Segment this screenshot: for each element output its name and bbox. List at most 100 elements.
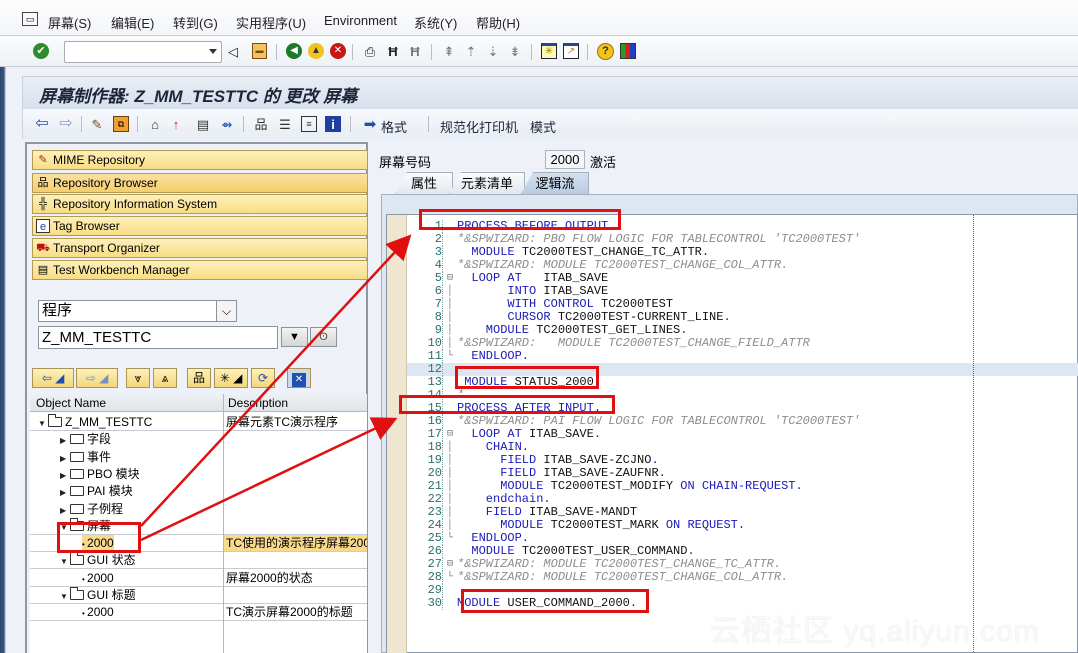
- activate-icon[interactable]: ↑: [171, 116, 181, 132]
- hierarchy-icon[interactable]: 品: [253, 116, 269, 132]
- tree-forward-button[interactable]: ⇨ ◢: [76, 368, 118, 388]
- check-icon[interactable]: ⌂: [147, 116, 163, 132]
- tree-node-label[interactable]: 子例程: [87, 502, 123, 516]
- print-icon[interactable]: ⎙: [362, 43, 378, 59]
- nav-mime-repository[interactable]: ✎ MIME Repository: [32, 150, 368, 170]
- close-tree-button[interactable]: ✕: [287, 368, 311, 388]
- collapse-node-icon[interactable]: ▼: [60, 554, 70, 570]
- find-icon[interactable]: Ħ: [385, 43, 401, 59]
- new-object-button[interactable]: ✳ ◢: [214, 368, 248, 388]
- tree-node-label[interactable]: GUI 标题: [87, 588, 136, 602]
- tree-back-button[interactable]: ⇦ ◢: [32, 368, 74, 388]
- column-divider[interactable]: [223, 394, 224, 653]
- tab-element-list[interactable]: 元素清单: [449, 172, 525, 194]
- back-icon[interactable]: ◀: [286, 43, 302, 59]
- tree-node-label[interactable]: PAI 模块: [87, 484, 133, 498]
- code-line[interactable]: 30 MODULE USER_COMMAND_2000.: [407, 597, 1078, 610]
- display-change-icon[interactable]: ✎: [89, 116, 105, 132]
- object-dropdown-button[interactable]: ▼: [281, 327, 308, 347]
- expand-node-icon[interactable]: ▶: [60, 468, 70, 484]
- back-arrow-icon[interactable]: ◁: [228, 44, 238, 58]
- fold-toggle-icon[interactable]: ⊟: [447, 272, 457, 285]
- nav-test-workbench-manager[interactable]: ▤ Test Workbench Manager: [32, 260, 368, 280]
- where-used-icon[interactable]: ⇴: [219, 116, 235, 132]
- tree-row[interactable]: ▶ 事件: [30, 449, 367, 466]
- first-page-icon[interactable]: ⇞: [441, 43, 457, 59]
- forward-nav-icon[interactable]: ⇨: [57, 116, 75, 132]
- tab-flow-logic[interactable]: 逻辑流: [521, 172, 589, 194]
- hierarchy-up-button[interactable]: 品: [187, 368, 211, 388]
- menu-toggle-icon[interactable]: ▭: [22, 12, 38, 26]
- back-nav-icon[interactable]: ⇦: [33, 116, 51, 132]
- previous-page-icon[interactable]: ⇡: [463, 43, 479, 59]
- fold-toggle-icon[interactable]: ⊟: [447, 558, 457, 571]
- other-object-icon[interactable]: ⧉: [113, 116, 129, 132]
- column-object-name[interactable]: Object Name: [36, 396, 106, 410]
- enter-icon[interactable]: ✔: [33, 43, 49, 59]
- find-next-icon[interactable]: Ħ: [407, 43, 423, 59]
- layout-menu-icon[interactable]: [620, 43, 636, 59]
- collapse-all-button[interactable]: ⩓: [153, 368, 177, 388]
- layout-icon[interactable]: ☰: [277, 116, 293, 132]
- format-button[interactable]: 格式: [381, 117, 407, 136]
- tree-node-label[interactable]: 字段: [87, 432, 111, 446]
- refresh-button[interactable]: ⟳: [251, 368, 275, 388]
- menu-goto[interactable]: 转到(G): [173, 13, 218, 32]
- tree-node-label[interactable]: PBO 模块: [87, 467, 140, 481]
- shortcut-icon[interactable]: ↗: [563, 43, 579, 59]
- mode-button[interactable]: 模式: [530, 117, 556, 136]
- tree-row[interactable]: ▼ Z_MM_TESTTC 屏幕元素TC演示程序: [30, 414, 367, 431]
- next-page-icon[interactable]: ⇣: [485, 43, 501, 59]
- object-name-input[interactable]: Z_MM_TESTTC: [38, 326, 278, 349]
- code-line[interactable]: 11 └ ENDLOOP.: [407, 350, 1078, 363]
- fold-toggle-icon[interactable]: ⊟: [447, 428, 457, 441]
- column-description[interactable]: Description: [228, 396, 288, 410]
- menu-screen[interactable]: 屏幕(S): [48, 13, 91, 32]
- normalize-printer-button[interactable]: 规范化打印机: [440, 117, 518, 136]
- chevron-down-icon[interactable]: ⌵: [216, 301, 236, 321]
- expand-node-icon[interactable]: ▶: [60, 433, 70, 449]
- tree-row[interactable]: • 2000 TC演示屏幕2000的标题: [30, 604, 367, 622]
- help-icon[interactable]: ?: [597, 43, 614, 60]
- expand-all-button[interactable]: ⩔: [126, 368, 150, 388]
- exit-icon[interactable]: ▲: [308, 43, 324, 59]
- tree-row[interactable]: ▼ GUI 状态: [30, 552, 367, 570]
- tree-row[interactable]: ▶ PBO 模块: [30, 466, 367, 483]
- nav-repository-browser[interactable]: 品 Repository Browser: [32, 173, 368, 193]
- collapse-node-icon[interactable]: ▼: [60, 520, 70, 536]
- tree-node-label[interactable]: 屏幕: [87, 519, 111, 533]
- last-page-icon[interactable]: ⇟: [507, 43, 523, 59]
- tree-row[interactable]: • 2000 TC使用的演示程序屏幕2000: [30, 535, 367, 553]
- expand-node-icon[interactable]: ▶: [60, 485, 70, 501]
- menu-environment[interactable]: Environment: [324, 13, 397, 28]
- tree-row[interactable]: ▶ 子例程: [30, 501, 367, 518]
- object-type-select[interactable]: 程序 ⌵: [38, 300, 237, 322]
- tree-row[interactable]: • 2000 屏幕2000的状态: [30, 570, 367, 587]
- menu-utilities[interactable]: 实用程序(U): [236, 13, 306, 32]
- info-icon[interactable]: i: [325, 116, 341, 132]
- tree-node-label[interactable]: 2000: [87, 605, 114, 619]
- tree-node-label[interactable]: 2000: [87, 571, 114, 585]
- command-field[interactable]: [64, 41, 222, 63]
- chevron-down-icon[interactable]: [209, 49, 217, 54]
- nav-transport-organizer[interactable]: ⛟ Transport Organizer: [32, 238, 368, 258]
- tree-row[interactable]: ▼ 屏幕: [30, 517, 367, 536]
- tree-node-label[interactable]: 2000: [87, 536, 114, 550]
- code-editor[interactable]: 1 PROCESS BEFORE OUTPUT. 2 *&SPWIZARD: PBO …: [386, 214, 1078, 653]
- expand-node-icon[interactable]: ▶: [60, 503, 70, 519]
- tree-row[interactable]: ▼ GUI 标题: [30, 587, 367, 604]
- nav-repository-information-system[interactable]: ╬ Repository Information System: [32, 194, 368, 214]
- new-session-icon[interactable]: ✳: [541, 43, 557, 59]
- tree-node-label[interactable]: 事件: [87, 450, 111, 464]
- expand-node-icon[interactable]: ▶: [60, 451, 70, 467]
- tree-node-label[interactable]: GUI 状态: [87, 553, 136, 567]
- tree-row[interactable]: ▶ 字段: [30, 431, 367, 448]
- collapse-node-icon[interactable]: ▼: [60, 589, 70, 605]
- tree-row[interactable]: ▶ PAI 模块: [30, 483, 367, 500]
- nav-tag-browser[interactable]: e Tag Browser: [32, 216, 368, 236]
- code-line[interactable]: 13 MODULE STATUS_2000.: [407, 376, 1078, 389]
- code-line[interactable]: 28 └ *&SPWIZARD: MODULE TC2000TEST_CHANGE_…: [407, 571, 1078, 584]
- tab-attributes[interactable]: 属性: [395, 172, 453, 194]
- test-icon[interactable]: ▤: [195, 116, 211, 132]
- tree-node-label[interactable]: Z_MM_TESTTC: [65, 415, 152, 429]
